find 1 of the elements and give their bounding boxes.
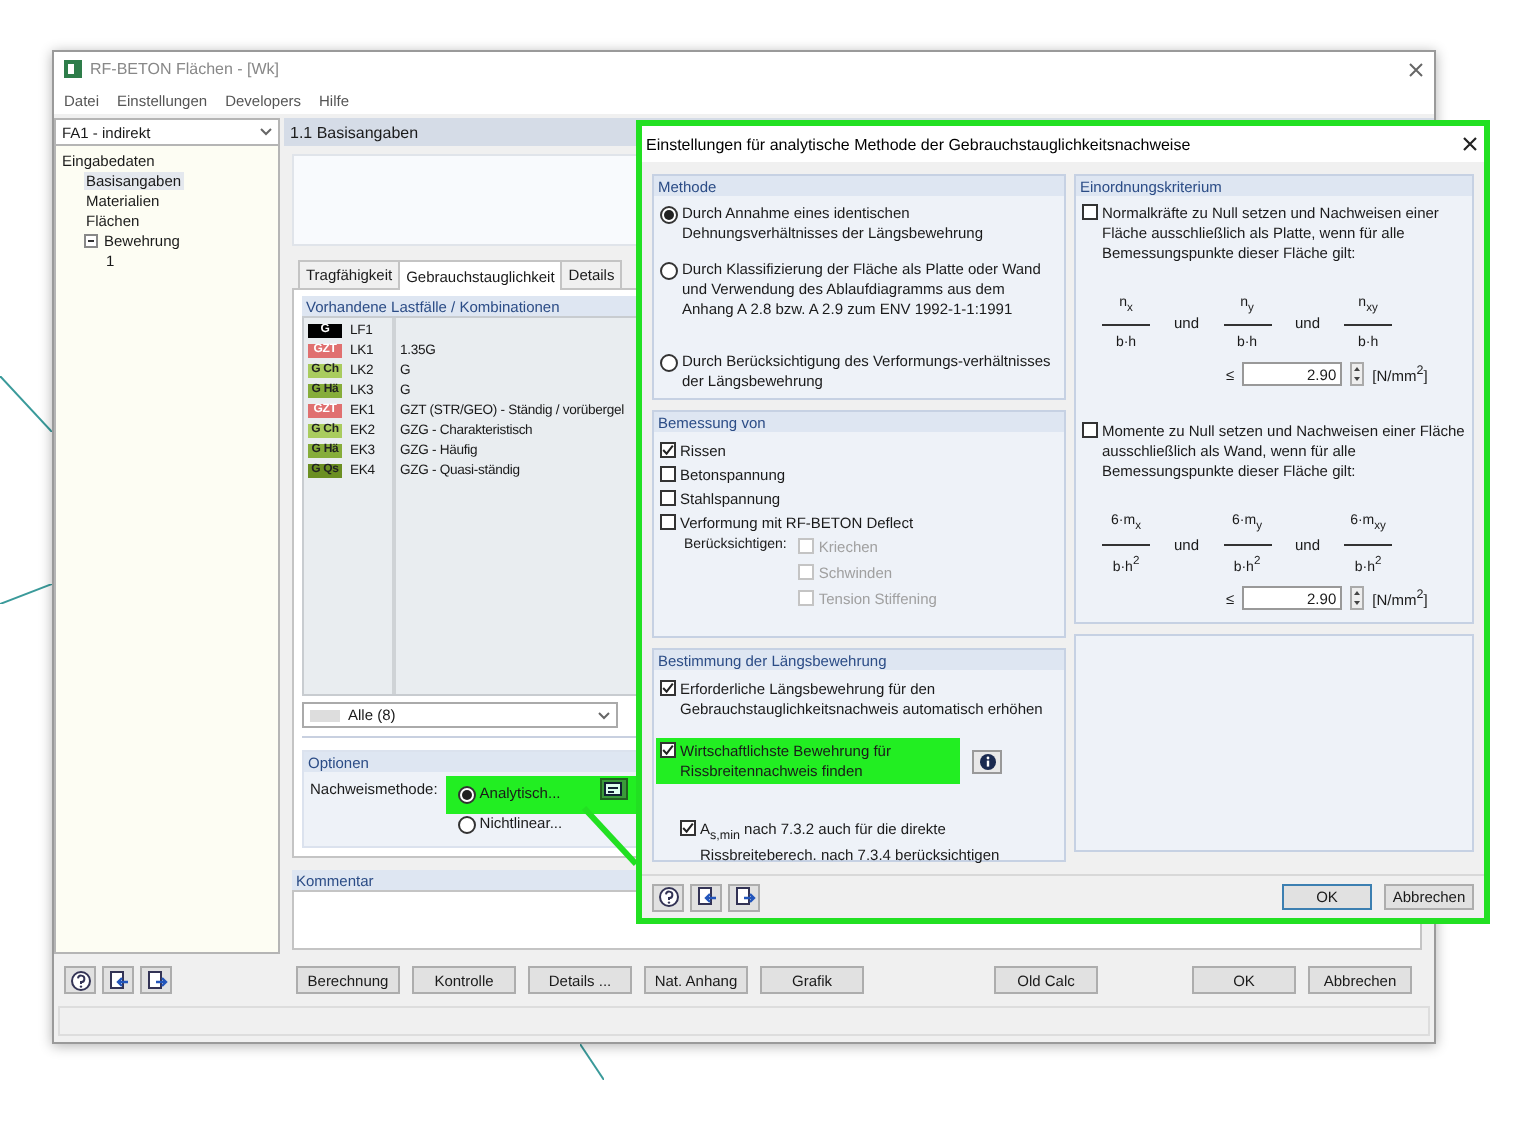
- window-title: RF-BETON Flächen - [Wk]: [90, 60, 282, 78]
